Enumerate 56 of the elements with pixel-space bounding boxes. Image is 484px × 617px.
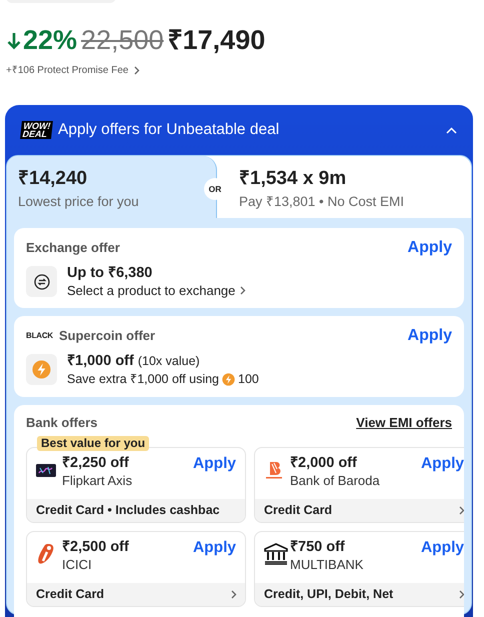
lightning-coin-icon bbox=[32, 360, 51, 380]
apply-button[interactable]: Apply bbox=[192, 539, 236, 558]
emi-offers-link[interactable]: View EMI offers bbox=[356, 412, 452, 432]
offer-amount: ₹2,250 off bbox=[62, 455, 130, 472]
brand-logo: BLACK bbox=[26, 330, 53, 342]
chevron-right-icon bbox=[240, 286, 246, 295]
apply-button[interactable]: Apply bbox=[420, 455, 464, 474]
bank-name: ICICI bbox=[62, 556, 93, 574]
value-note: (10x value) bbox=[138, 353, 200, 370]
deal-badge: WOW! DEAL bbox=[20, 121, 53, 139]
exchange-amount: Up to ₹6,380 bbox=[67, 264, 154, 282]
chevron-right-icon bbox=[231, 590, 237, 600]
offer-amount: ₹2,500 off bbox=[62, 539, 130, 556]
exchange-icon bbox=[34, 274, 50, 290]
card-type: Credit Card bbox=[36, 586, 104, 604]
card-type: Credit Card bbox=[264, 502, 332, 520]
bank-logo-icon bbox=[264, 461, 284, 480]
exchange-link[interactable]: Select a product to exchange bbox=[67, 282, 236, 299]
offers-title: Apply offers for Unbeatable deal bbox=[58, 120, 280, 140]
bank-offer-card[interactable]: ₹2,000 off Bank of Baroda Apply Credit Card bbox=[254, 447, 464, 524]
option-caption: Pay ₹13,801 • No Cost EMI bbox=[239, 193, 406, 211]
bank-offer-card[interactable]: ₹2,500 off ICICI Apply Credit Card bbox=[26, 531, 246, 608]
bank-name: Flipkart Axis bbox=[62, 472, 134, 490]
bank-name: Bank of Baroda bbox=[290, 472, 381, 490]
chevron-right-icon bbox=[459, 590, 464, 600]
apply-button[interactable]: Apply bbox=[420, 539, 464, 558]
apply-button[interactable]: Apply bbox=[408, 236, 452, 260]
chevron-right-icon bbox=[134, 66, 140, 75]
final-price: ₹17,490 bbox=[168, 27, 266, 54]
bank-name: MULTIBANK bbox=[290, 556, 364, 574]
original-price: 22,500 bbox=[81, 27, 164, 54]
coin-count: 100 bbox=[238, 370, 259, 388]
option-caption: Lowest price for you bbox=[18, 193, 140, 211]
bank-icon bbox=[264, 543, 288, 566]
down-arrow-icon bbox=[7, 32, 21, 50]
offer-amount: ₹750 off bbox=[290, 539, 346, 556]
card-title: Supercoin offer bbox=[59, 327, 156, 346]
card-title: Bank offers bbox=[26, 414, 98, 432]
credit-card-icon bbox=[36, 464, 56, 477]
option-amount: ₹1,534 x 9m bbox=[239, 168, 348, 190]
apply-button[interactable]: Apply bbox=[192, 455, 236, 474]
fee-text: +₹106 Protect Promise Fee bbox=[6, 64, 128, 78]
chevron-up-icon[interactable] bbox=[446, 126, 457, 134]
bank-logo-icon bbox=[36, 543, 56, 566]
lightning-coin-icon bbox=[222, 372, 236, 386]
apply-button[interactable]: Apply bbox=[408, 324, 452, 348]
chevron-right-icon bbox=[459, 506, 464, 516]
best-value-tag: Best value for you bbox=[37, 436, 150, 452]
bank-offer-card[interactable]: ₹750 off MULTIBANK Apply Credit, UPI, Debit, Net bbox=[254, 531, 464, 608]
card-type: Credit, UPI, Debit, Net bbox=[264, 586, 394, 604]
card-type: Credit Card • Includes cashbac bbox=[36, 502, 220, 520]
supercoin-amount: ₹1,000 off bbox=[67, 352, 134, 370]
offer-amount: ₹2,000 off bbox=[290, 455, 358, 472]
discount-text: 22% bbox=[7, 27, 78, 54]
card-title: Exchange offer bbox=[26, 239, 120, 258]
supercoin-detail: Save extra ₹1,000 off using bbox=[67, 370, 220, 388]
